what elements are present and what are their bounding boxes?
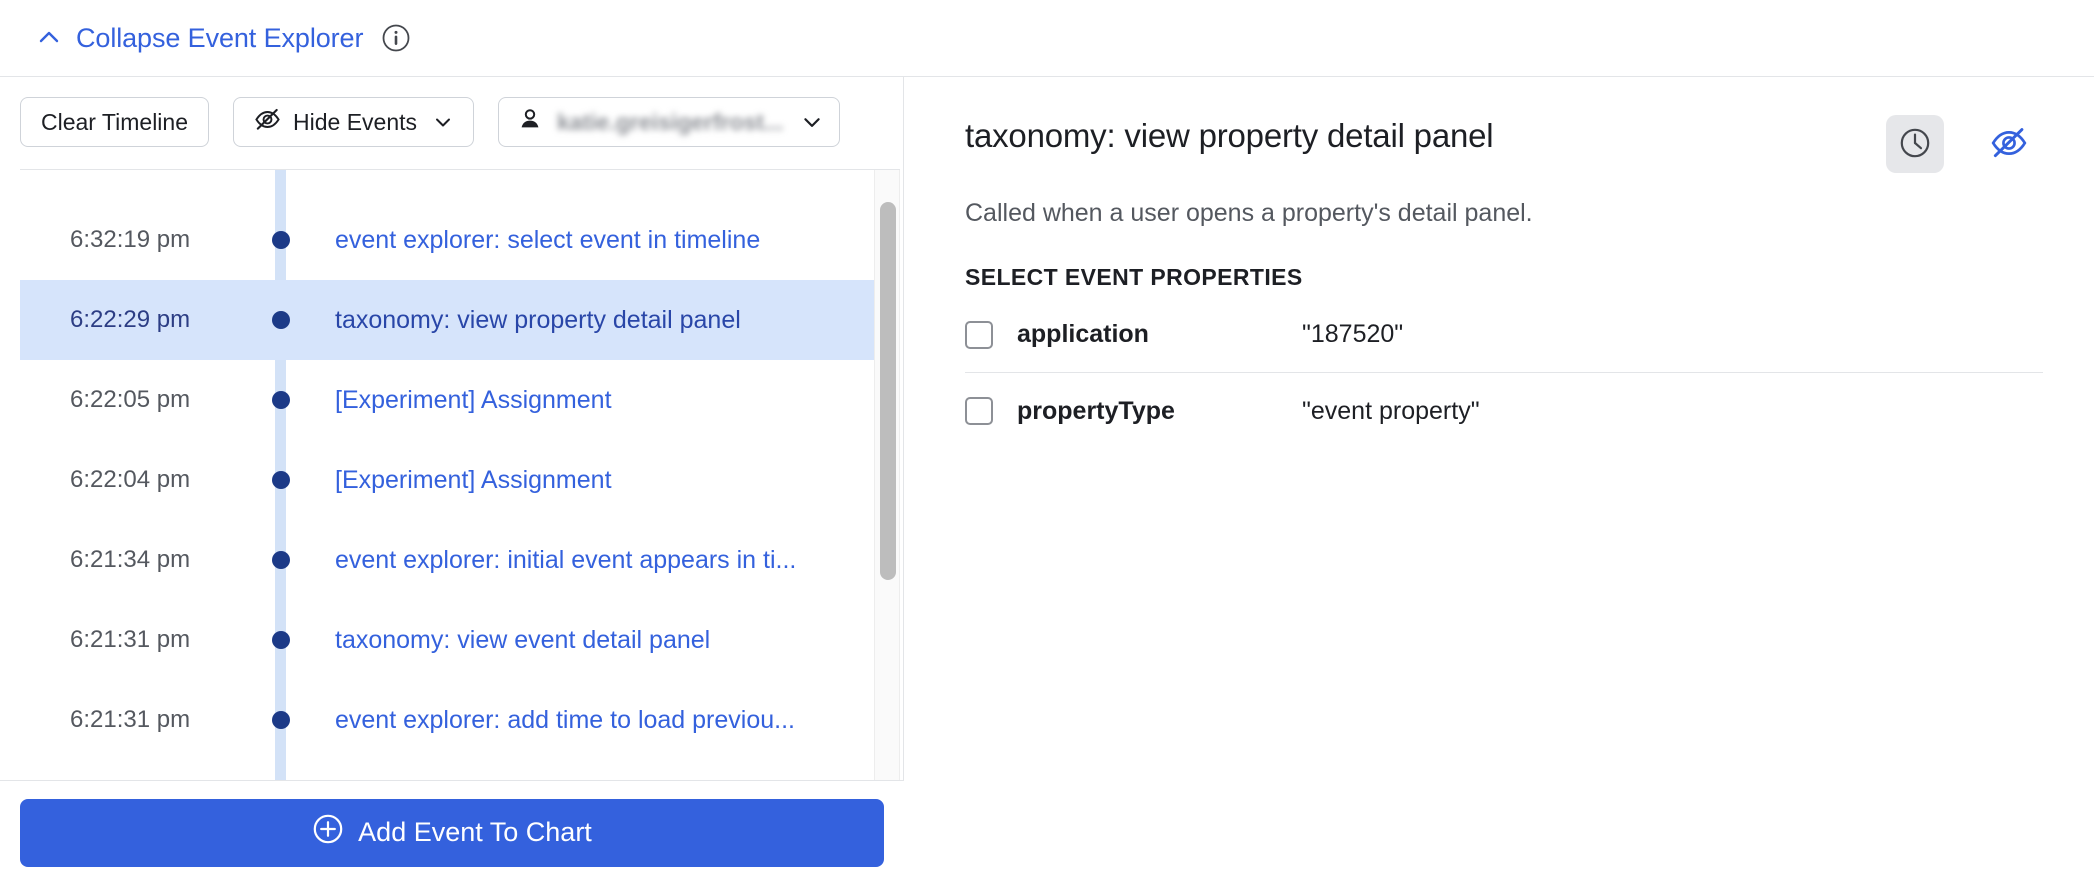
hide-events-label: Hide Events [293, 108, 418, 135]
event-detail-actions [1886, 113, 2038, 173]
timeline-row-dot [272, 631, 290, 649]
info-circle-icon[interactable] [381, 23, 411, 53]
event-detail-description: Called when a user opens a property's de… [965, 199, 1533, 227]
timeline-row[interactable]: 6:21:34 pm event explorer: initial event … [20, 520, 875, 600]
select-event-properties-heading: SELECT EVENT PROPERTIES [965, 264, 1303, 290]
clear-timeline-label: Clear Timeline [41, 108, 188, 135]
timeline-row-dot [272, 551, 290, 569]
timeline-row[interactable]: 6:22:05 pm [Experiment] Assignment [20, 360, 875, 440]
timeline-scrollbar-thumb[interactable] [880, 202, 896, 580]
timeline-row[interactable]: 6:22:04 pm [Experiment] Assignment [20, 440, 875, 520]
clock-icon [1898, 126, 1932, 163]
chevron-up-icon [36, 25, 62, 51]
timeline-row[interactable]: 6:21:31 pm event explorer: add time to lo… [20, 680, 875, 760]
timeline-scrollbar[interactable] [874, 170, 900, 859]
chevron-down-icon [801, 111, 823, 133]
timeline-row-dot [272, 231, 290, 249]
timeline-row-time: 6:32:19 pm [70, 226, 191, 253]
timeline-row-time: 6:21:31 pm [70, 626, 191, 653]
event-property-checkbox[interactable] [965, 320, 993, 349]
timeline-row-dot [272, 391, 290, 409]
timeline-row-label[interactable]: event explorer: initial event appears in… [335, 546, 865, 575]
timeline-row-dot [272, 711, 290, 729]
event-property-row: propertyType "event property" [965, 373, 2043, 449]
timeline-row[interactable]: 6:21:31 pm taxonomy: view event detail pa… [20, 600, 875, 680]
timeline-row-label[interactable]: event explorer: add time to load previou… [335, 706, 865, 735]
timeline-row-time: 6:22:04 pm [70, 466, 191, 493]
hide-events-button[interactable]: Hide Events [233, 97, 475, 147]
event-property-name: propertyType [1017, 396, 1175, 425]
timeline-row-time: 6:21:31 pm [70, 706, 191, 733]
timeline-panel: Clear Timeline Hide Events katie.greisig… [0, 77, 904, 884]
clear-timeline-button[interactable]: Clear Timeline [20, 97, 209, 147]
timeline-row-label[interactable]: [Experiment] Assignment [335, 386, 865, 415]
collapse-bar: Collapse Event Explorer [0, 0, 2094, 77]
timeline-row-dot [272, 471, 290, 489]
timeline-row[interactable]: 6:22:29 pm taxonomy: view property detail… [20, 280, 875, 360]
user-select-dropdown[interactable]: katie.greisigerfrost... [498, 97, 841, 147]
timeline-row[interactable]: 6:32:19 pm event explorer: select event i… [20, 200, 875, 280]
timeline-row-time: 6:21:34 pm [70, 546, 191, 573]
timeline-row-label[interactable]: taxonomy: view property detail panel [335, 306, 865, 335]
chevron-down-icon [433, 112, 453, 132]
event-property-checkbox[interactable] [965, 397, 993, 425]
event-properties-list: application "187520" propertyType "event pr… [965, 297, 2043, 449]
timeline-row-label[interactable]: event explorer: select event in timeline [335, 226, 865, 255]
add-event-to-chart-label: Add Event To Chart [358, 817, 592, 847]
collapse-event-explorer-button[interactable]: Collapse Event Explorer [36, 23, 363, 54]
event-detail-title: taxonomy: view property detail panel [965, 117, 1494, 154]
event-timeline-viewport: 6:32:19 pm event explorer: select event i… [20, 170, 900, 859]
timeline-row-label[interactable]: [Experiment] Assignment [335, 466, 865, 495]
clock-icon-button[interactable] [1886, 115, 1944, 173]
event-property-value: "187520" [1302, 320, 1404, 348]
person-icon [517, 106, 543, 138]
collapse-event-explorer-label: Collapse Event Explorer [76, 22, 364, 53]
event-detail-panel: taxonomy: view property detail panel Cal… [905, 77, 2094, 884]
timeline-footer: Add Event To Chart [0, 780, 904, 884]
event-rows: 6:32:19 pm event explorer: select event i… [20, 200, 875, 840]
plus-circle-icon [312, 813, 344, 852]
timeline-toolbar: Clear Timeline Hide Events katie.greisig… [0, 77, 904, 167]
timeline-row-time: 6:22:29 pm [70, 306, 191, 333]
add-event-to-chart-button[interactable]: Add Event To Chart [20, 798, 884, 867]
eye-off-icon [1990, 124, 2028, 165]
event-property-row: application "187520" [965, 297, 2043, 373]
event-property-name: application [1017, 320, 1149, 348]
event-timeline-list: 6:32:19 pm event explorer: select event i… [20, 169, 900, 859]
event-property-value: "event property" [1302, 396, 1480, 425]
event-explorer-panel: Collapse Event Explorer Clear Timeline H… [0, 0, 2094, 884]
hide-event-button[interactable] [1980, 115, 2038, 173]
user-name-label: katie.greisigerfrost... [557, 108, 784, 135]
event-detail-header: taxonomy: view property detail panel [965, 113, 2038, 173]
timeline-row-dot [272, 311, 290, 329]
timeline-row-label[interactable]: taxonomy: view event detail panel [335, 626, 865, 655]
timeline-row-time: 6:22:05 pm [70, 386, 191, 413]
eye-off-icon [254, 106, 281, 139]
